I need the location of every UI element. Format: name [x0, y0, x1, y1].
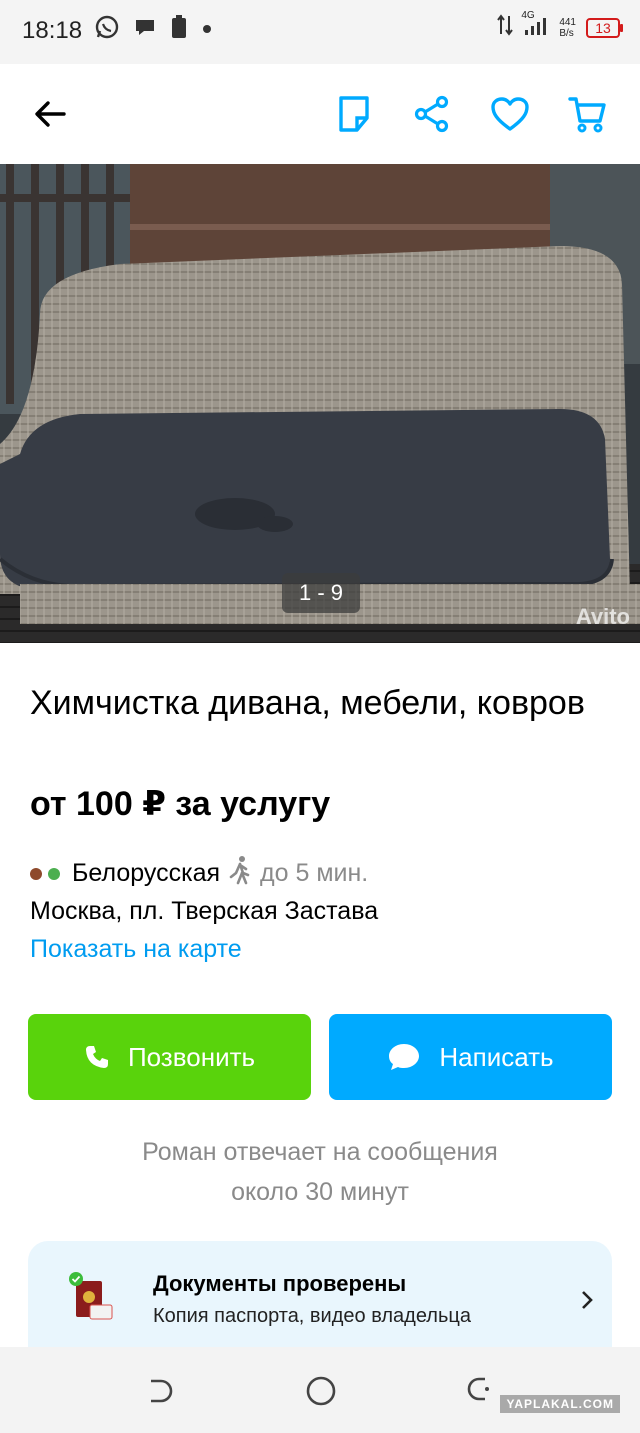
nav-back-icon — [151, 1379, 173, 1403]
share-icon — [414, 95, 449, 133]
more-notifications-dot-icon — [202, 21, 212, 39]
listing-price: от 100 ₽ за услугу — [30, 785, 331, 823]
documents-title: Документы проверены — [153, 1271, 407, 1296]
walking-time: до 5 мин. — [260, 859, 369, 887]
status-system-icons: 4G 441 B/s 13 — [497, 10, 623, 41]
show-on-map-link[interactable]: Показать на карте — [30, 935, 242, 964]
cart-icon — [568, 97, 606, 133]
phone-icon — [85, 1046, 108, 1068]
note-button[interactable] — [332, 92, 376, 136]
passport-icon — [68, 1269, 118, 1329]
call-button-label: Позвонить — [127, 1041, 256, 1072]
message-button-label: Написать — [439, 1041, 554, 1072]
message-button[interactable]: Написать — [329, 1014, 612, 1100]
nav-home-button[interactable] — [305, 1375, 337, 1412]
note-icon — [339, 96, 369, 132]
response-time-line-1: Роман отвечает на сообщения — [142, 1138, 498, 1166]
whatsapp-icon — [94, 14, 120, 45]
app-toolbar — [0, 64, 640, 164]
favorite-button[interactable] — [488, 92, 532, 136]
signal-icon: 4G — [521, 10, 549, 41]
data-transfer-icon — [497, 14, 514, 41]
site-watermark: YAPLAKAL.COM — [500, 1395, 620, 1413]
heart-icon — [491, 97, 529, 131]
chevron-right-icon — [580, 1289, 594, 1317]
photo-counter: 1 - 9 — [282, 573, 360, 613]
network-speed: 441 B/s — [559, 17, 576, 39]
metro-line-dot-brown — [30, 867, 42, 880]
status-notification-icons — [94, 14, 212, 45]
network-type: 4G — [521, 10, 535, 21]
toolbar-actions — [332, 92, 610, 136]
listing-title: Химчистка дивана, мебели, ковров — [30, 684, 585, 722]
metro-line-dot-green — [48, 867, 60, 880]
status-time: 18:18 — [22, 17, 83, 44]
network-speed-value: 441 — [559, 16, 576, 28]
seller-response-time: Роман отвечает на сообщения около 30 мин… — [0, 1132, 640, 1212]
photo-watermark: Avito — [575, 604, 630, 629]
status-bar: 18:18 4G 441 B/s 13 — [0, 0, 640, 64]
response-time-line-2: около 30 минут — [231, 1178, 409, 1206]
nav-home-icon — [306, 1376, 336, 1406]
call-button[interactable]: Позвонить — [28, 1014, 311, 1100]
share-button[interactable] — [410, 92, 454, 136]
system-navigation-bar — [0, 1347, 640, 1433]
nav-recent-icon — [467, 1377, 489, 1401]
back-button[interactable] — [30, 94, 70, 134]
listing-address: Москва, пл. Тверская Застава — [30, 897, 379, 925]
metro-info: Белорусская до 5 мин. — [30, 855, 368, 892]
battery-indicator: 13 — [586, 17, 623, 38]
nav-back-button[interactable] — [145, 1377, 175, 1412]
documents-subtitle: Копия паспорта, видео владельца — [153, 1305, 471, 1327]
message-bubble-icon — [389, 1044, 420, 1070]
cart-button[interactable] — [566, 92, 610, 136]
nav-recent-apps-button[interactable] — [465, 1375, 497, 1412]
back-arrow-icon — [35, 101, 66, 127]
walking-person-icon — [228, 855, 252, 892]
battery-saver-icon — [170, 14, 188, 45]
chat-bubble-icon — [134, 16, 156, 43]
metro-station: Белорусская — [72, 859, 221, 887]
sofa-photo — [0, 164, 640, 643]
listing-photo[interactable]: Avito — [0, 164, 640, 643]
network-speed-unit: B/s — [559, 27, 574, 39]
